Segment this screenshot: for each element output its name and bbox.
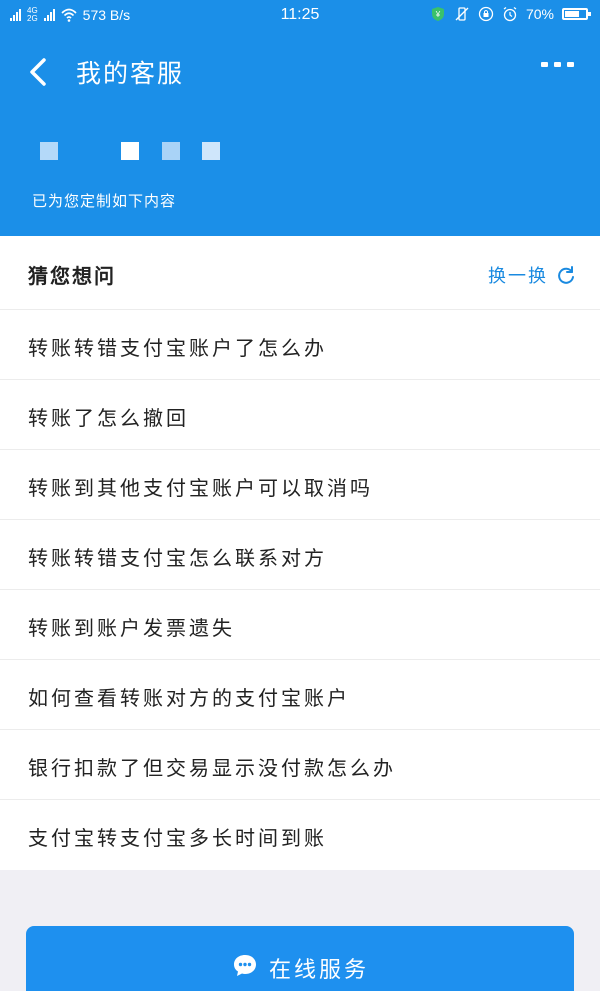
online-service-label: 在线服务 bbox=[268, 958, 369, 983]
header: 我的客服 已为您定制如下内容 bbox=[0, 32, 600, 236]
battery-percent: 70% bbox=[525, 6, 554, 22]
question-text: 如何查看转账对方的支付宝账户 bbox=[28, 686, 350, 710]
section-title: 猜您想问 bbox=[28, 264, 116, 288]
decor-square bbox=[202, 142, 220, 160]
question-item[interactable]: 转账转错支付宝账户了怎么办 bbox=[0, 310, 600, 380]
battery-icon bbox=[562, 8, 591, 20]
alarm-icon bbox=[503, 6, 517, 22]
svg-text:¥: ¥ bbox=[435, 10, 441, 19]
shield-icon: ¥ bbox=[431, 7, 444, 21]
more-button[interactable] bbox=[541, 62, 574, 67]
question-text: 转账转错支付宝怎么联系对方 bbox=[28, 546, 327, 570]
question-text: 转账了怎么撤回 bbox=[28, 406, 189, 430]
decor-square bbox=[162, 142, 180, 160]
more-dot bbox=[541, 62, 548, 67]
status-bar: 4G 2G 573 B/s 11:25 ¥ 70% bbox=[0, 0, 600, 32]
question-item[interactable]: 转账到账户发票遗失 bbox=[0, 590, 600, 660]
question-text: 转账到账户发票遗失 bbox=[28, 616, 235, 640]
question-text: 银行扣款了但交易显示没付款怎么办 bbox=[28, 756, 396, 780]
question-item[interactable]: 如何查看转账对方的支付宝账户 bbox=[0, 660, 600, 730]
header-subtitle: 已为您定制如下内容 bbox=[32, 192, 177, 210]
refresh-icon bbox=[558, 266, 574, 284]
suggestion-card: 猜您想问 换一换 转账转错支付宝账户了怎么办 转账了怎么撤回 转账到其他支付宝账… bbox=[0, 236, 600, 870]
question-text: 支付宝转支付宝多长时间到账 bbox=[28, 826, 327, 850]
question-item[interactable]: 转账转错支付宝怎么联系对方 bbox=[0, 520, 600, 590]
decor-square bbox=[40, 142, 58, 160]
question-item[interactable]: 转账了怎么撤回 bbox=[0, 380, 600, 450]
back-button[interactable] bbox=[22, 54, 52, 90]
question-item[interactable]: 转账到其他支付宝账户可以取消吗 bbox=[0, 450, 600, 520]
chat-bubble-icon bbox=[233, 955, 256, 976]
question-item[interactable]: 支付宝转支付宝多长时间到账 bbox=[0, 800, 600, 870]
card-header: 猜您想问 换一换 bbox=[0, 236, 600, 310]
lock-rotation-icon bbox=[478, 6, 494, 22]
question-item[interactable]: 银行扣款了但交易显示没付款怎么办 bbox=[0, 730, 600, 800]
more-dot bbox=[567, 62, 574, 67]
question-text: 转账到其他支付宝账户可以取消吗 bbox=[28, 476, 373, 500]
refresh-label: 换一换 bbox=[488, 266, 548, 287]
battery-fill bbox=[565, 11, 579, 17]
vibrate-mute-icon bbox=[455, 7, 469, 21]
online-service-button[interactable]: 在线服务 bbox=[26, 926, 574, 991]
question-text: 转账转错支付宝账户了怎么办 bbox=[28, 336, 327, 360]
page-title: 我的客服 bbox=[76, 59, 185, 88]
more-dot bbox=[554, 62, 561, 67]
question-list: 转账转错支付宝账户了怎么办 转账了怎么撤回 转账到其他支付宝账户可以取消吗 转账… bbox=[0, 310, 600, 870]
decor-square bbox=[121, 142, 139, 160]
refresh-button[interactable]: 换一换 bbox=[488, 262, 576, 288]
status-right: ¥ 70% bbox=[430, 6, 591, 22]
